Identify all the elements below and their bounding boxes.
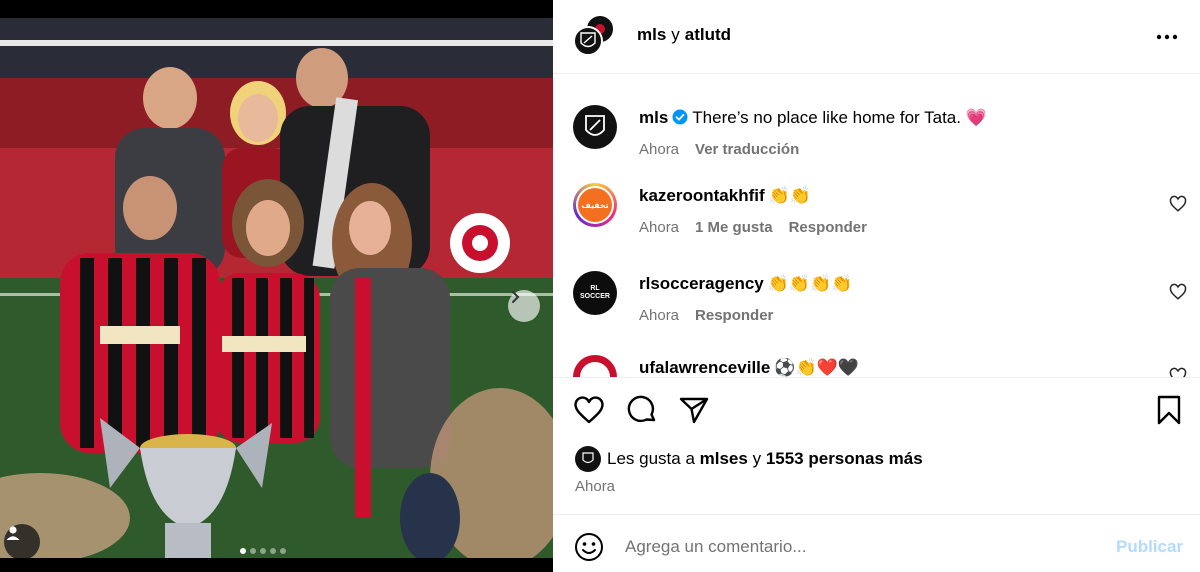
person-head xyxy=(238,94,278,142)
comment-text: 👏👏 xyxy=(768,186,811,205)
mls-crest-icon xyxy=(585,115,605,136)
avatar-inner xyxy=(580,362,610,377)
post-authors: mls y atlutd xyxy=(637,25,731,45)
trophy-base xyxy=(165,523,211,558)
heart-icon[interactable] xyxy=(1169,367,1187,377)
caption-username[interactable]: mls xyxy=(639,108,668,127)
caption-text: There’s no place like home for Tata. xyxy=(692,108,961,127)
photo-illustration xyxy=(0,18,553,558)
carousel-dot xyxy=(270,548,276,554)
heart-icon[interactable] xyxy=(573,394,605,426)
comment-icon[interactable] xyxy=(626,394,658,426)
person-head xyxy=(123,176,177,240)
publish-button[interactable]: Publicar xyxy=(1116,537,1183,557)
reply-button[interactable]: Responder xyxy=(789,219,867,236)
comment-time: Ahora xyxy=(639,219,680,236)
person-head xyxy=(349,201,391,255)
comment-username[interactable]: ufalawrenceville xyxy=(639,358,770,377)
mls-crest-icon xyxy=(582,452,594,464)
post-actions xyxy=(553,390,1200,430)
author-separator: y xyxy=(671,25,680,44)
atl-scarf xyxy=(355,278,371,518)
author-username[interactable]: atlutd xyxy=(685,25,731,44)
bookmark-icon[interactable] xyxy=(1153,394,1185,426)
goal-crossbar xyxy=(0,40,553,46)
send-icon[interactable] xyxy=(678,394,710,426)
more-horizontal-icon xyxy=(1156,34,1178,40)
smiley-icon[interactable] xyxy=(573,531,605,563)
author-username[interactable]: mls xyxy=(637,25,666,44)
carousel-next-button[interactable] xyxy=(508,290,540,322)
post-photo[interactable] xyxy=(0,18,553,558)
translate-link[interactable]: Ver traducción xyxy=(695,141,799,158)
caption-time: Ahora xyxy=(639,141,680,158)
comment-username[interactable]: rlsocceragency xyxy=(639,274,764,293)
avatar[interactable]: RL SOCCER xyxy=(573,271,617,315)
avatar[interactable]: تخفیف xyxy=(573,183,617,227)
comment-time: Ahora xyxy=(639,307,680,324)
heart-icon[interactable] xyxy=(1169,283,1187,301)
avatar-inner: تخفیف xyxy=(576,186,614,224)
likes-count[interactable]: 1553 personas más xyxy=(766,449,923,469)
avatar[interactable] xyxy=(573,105,617,149)
comment-input[interactable] xyxy=(625,533,1095,561)
post-media xyxy=(0,0,553,572)
comment-composer: Publicar xyxy=(553,514,1200,572)
liker-avatar xyxy=(575,446,601,472)
carousel-dot xyxy=(280,548,286,554)
caption-emoji: 💗 xyxy=(965,108,987,127)
comments-list[interactable]: mls There’s no place like home for Tata. … xyxy=(553,75,1200,377)
likes-summary[interactable]: Les gusta a mlses y 1553 personas más xyxy=(575,446,923,472)
verified-badge-icon xyxy=(672,109,688,125)
person-head xyxy=(143,67,197,129)
target-logo-core xyxy=(472,235,488,251)
tagged-users-button[interactable] xyxy=(4,524,40,558)
comment-text: ⚽👏❤️🖤 xyxy=(774,358,860,377)
reply-button[interactable]: Responder xyxy=(695,307,773,324)
comment-text: 👏👏👏👏 xyxy=(767,274,853,293)
author-avatars[interactable] xyxy=(573,14,617,58)
post-timestamp[interactable]: Ahora xyxy=(575,478,615,495)
avatar[interactable] xyxy=(573,355,617,377)
post-header: mls y atlutd xyxy=(553,0,1200,74)
heart-icon[interactable] xyxy=(1169,195,1187,213)
carousel-dot xyxy=(240,548,246,554)
divider xyxy=(553,377,1200,378)
more-options-button[interactable] xyxy=(1153,23,1181,51)
person-head xyxy=(246,200,290,256)
likes-connector: y xyxy=(752,449,762,468)
mls-crest-icon xyxy=(580,32,596,48)
avatar-logo-text: RL SOCCER xyxy=(580,285,610,300)
avatar-logo-text: تخفیف xyxy=(578,188,612,222)
liker-username[interactable]: mlses xyxy=(700,449,748,469)
comment-username[interactable]: kazeroontakhfif xyxy=(639,186,765,205)
plaid-shirt xyxy=(330,268,450,468)
carousel-indicator xyxy=(240,548,286,554)
jersey-sponsor-patch xyxy=(100,326,180,344)
avatar-mls xyxy=(573,26,603,56)
comment-likes[interactable]: 1 Me gusta xyxy=(695,219,773,236)
stands xyxy=(0,18,553,78)
likes-prefix: Les gusta a xyxy=(607,449,695,468)
chevron-right-icon xyxy=(512,291,520,303)
carousel-dot xyxy=(260,548,266,554)
user-icon xyxy=(6,526,20,540)
post-side-panel: mls y atlutd mls There’s no place like home… xyxy=(553,0,1200,572)
carousel-dot xyxy=(250,548,256,554)
jersey-sponsor-patch xyxy=(222,336,306,352)
